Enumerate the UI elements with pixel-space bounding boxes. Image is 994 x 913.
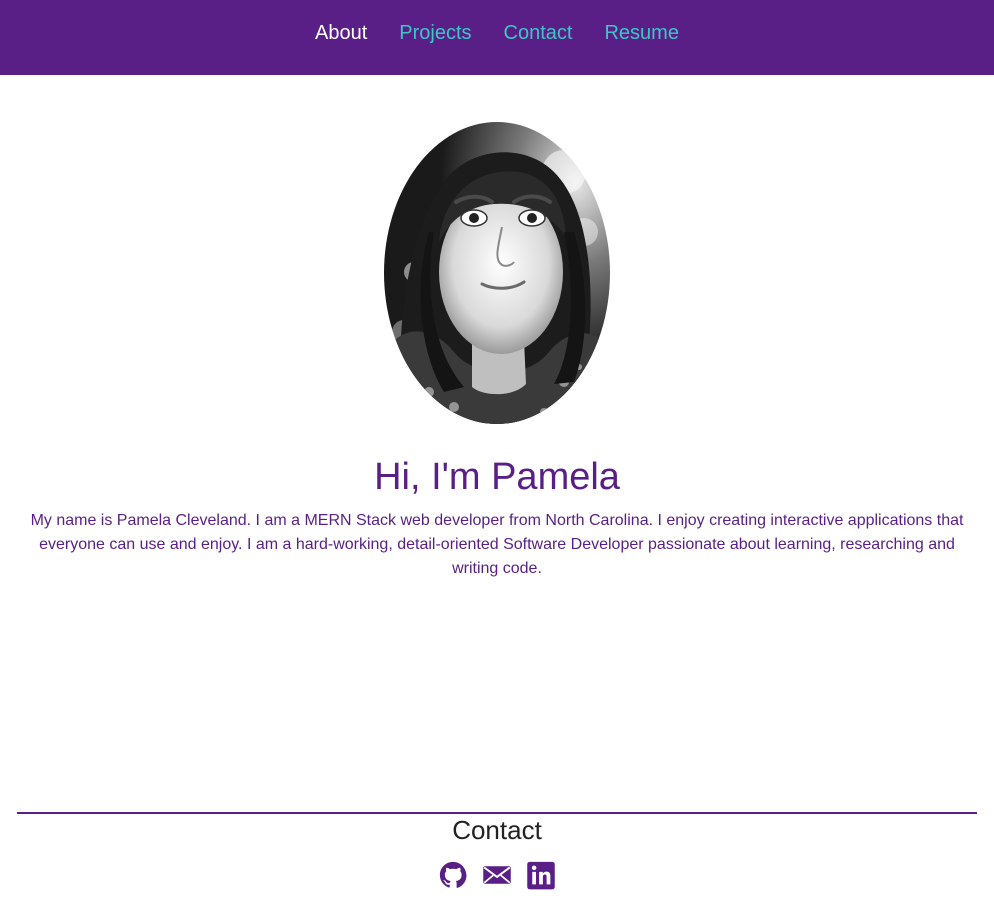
profile-photo-graphic	[384, 122, 610, 424]
nav-item-resume: Resume	[604, 22, 678, 45]
email-link[interactable]	[482, 858, 512, 892]
github-link[interactable]	[438, 858, 468, 892]
nav-link-contact[interactable]: Contact	[504, 22, 573, 44]
nav-link-resume[interactable]: Resume	[604, 22, 678, 44]
social-links	[0, 858, 994, 892]
linkedin-icon	[527, 861, 555, 890]
github-icon	[439, 861, 467, 888]
top-navbar: About Projects Contact Resume	[0, 0, 994, 75]
linkedin-link[interactable]	[526, 858, 556, 892]
nav-list: About Projects Contact Resume	[315, 22, 679, 45]
hero-title: Hi, I'm Pamela	[374, 456, 620, 498]
intro-paragraph: My name is Pamela Cleveland. I am a MERN…	[30, 512, 964, 577]
nav-item-about: About	[315, 22, 367, 45]
nav-item-projects: Projects	[399, 22, 471, 45]
profile-photo	[384, 122, 610, 424]
footer-title: Contact	[452, 815, 542, 845]
nav-link-about[interactable]: About	[315, 22, 367, 44]
email-icon	[483, 866, 511, 884]
nav-item-contact: Contact	[504, 22, 573, 45]
nav-link-projects[interactable]: Projects	[399, 22, 471, 44]
